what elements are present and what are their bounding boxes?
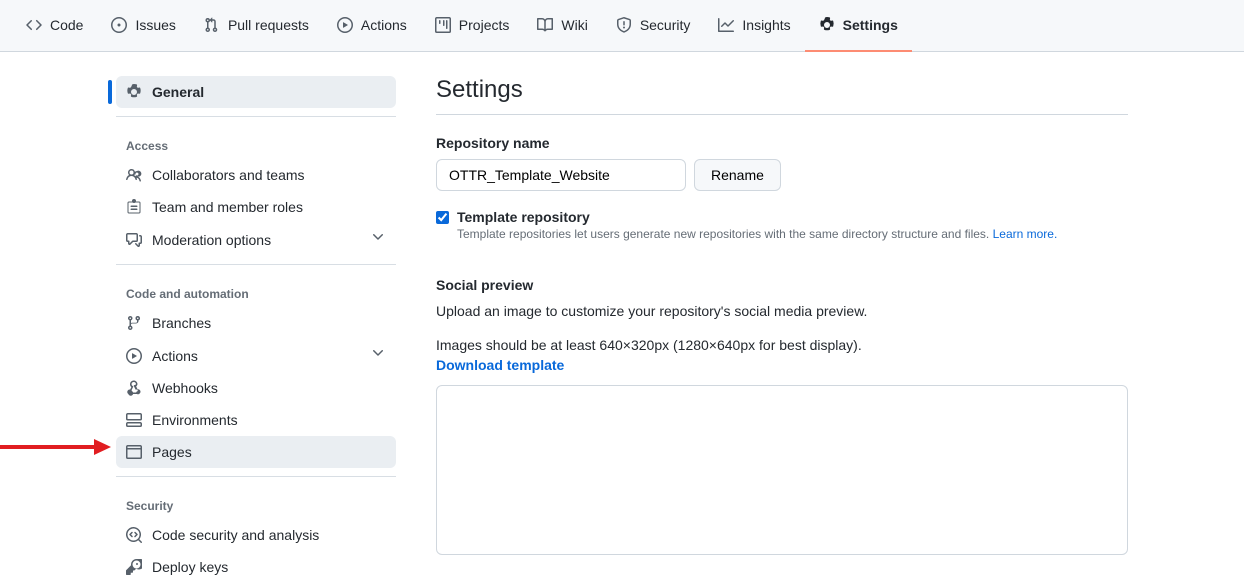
- server-icon: [126, 412, 142, 428]
- sidebar-group-access: Access: [116, 125, 396, 159]
- download-template-link[interactable]: Download template: [436, 357, 564, 373]
- tab-wiki[interactable]: Wiki: [523, 0, 601, 52]
- sidebar-item-label: Team and member roles: [152, 197, 303, 217]
- tab-projects[interactable]: Projects: [421, 0, 524, 52]
- tab-label: Insights: [742, 17, 790, 33]
- sidebar-item-branches[interactable]: Branches: [116, 307, 396, 339]
- key-icon: [126, 559, 142, 575]
- learn-more-link[interactable]: Learn more.: [993, 227, 1058, 241]
- sidebar-item-code-security[interactable]: Code security and analysis: [116, 519, 396, 551]
- settings-sidebar: General Access Collaborators and teams T…: [116, 76, 412, 583]
- sidebar-item-label: General: [152, 82, 204, 102]
- sidebar-item-webhooks[interactable]: Webhooks: [116, 372, 396, 404]
- sidebar-item-actions[interactable]: Actions: [116, 339, 396, 372]
- repo-name-input[interactable]: [436, 159, 686, 191]
- sidebar-item-environments[interactable]: Environments: [116, 404, 396, 436]
- people-icon: [126, 167, 142, 183]
- divider: [116, 116, 396, 117]
- comment-discussion-icon: [126, 232, 142, 248]
- divider: [116, 476, 396, 477]
- tab-label: Projects: [459, 17, 510, 33]
- social-preview-description-1: Upload an image to customize your reposi…: [436, 303, 1128, 319]
- code-icon: [26, 17, 42, 33]
- tab-issues[interactable]: Issues: [97, 0, 189, 52]
- issue-icon: [111, 17, 127, 33]
- pull-request-icon: [204, 17, 220, 33]
- sidebar-item-general[interactable]: General: [116, 76, 396, 108]
- browser-icon: [126, 444, 142, 460]
- page-title: Settings: [436, 76, 1128, 115]
- sidebar-item-label: Actions: [152, 346, 198, 366]
- sidebar-item-label: Pages: [152, 442, 192, 462]
- template-repo-label: Template repository: [457, 209, 1057, 225]
- tab-label: Actions: [361, 17, 407, 33]
- tab-settings[interactable]: Settings: [805, 0, 912, 52]
- gear-icon: [126, 84, 142, 100]
- webhook-icon: [126, 380, 142, 396]
- sidebar-item-collaborators[interactable]: Collaborators and teams: [116, 159, 396, 191]
- sidebar-item-pages[interactable]: Pages: [116, 436, 396, 468]
- sidebar-item-label: Environments: [152, 410, 238, 430]
- social-preview-description-2: Images should be at least 640×320px (128…: [436, 337, 1128, 353]
- graph-icon: [718, 17, 734, 33]
- repo-tabs: Code Issues Pull requests Actions Projec…: [0, 0, 1244, 52]
- repo-name-label: Repository name: [436, 135, 1128, 151]
- sidebar-item-label: Collaborators and teams: [152, 165, 305, 185]
- template-repo-description: Template repositories let users generate…: [457, 227, 1057, 241]
- tab-label: Pull requests: [228, 17, 309, 33]
- annotation-arrow: [0, 438, 111, 456]
- tab-code[interactable]: Code: [12, 0, 97, 52]
- tab-label: Wiki: [561, 17, 587, 33]
- sidebar-item-label: Branches: [152, 313, 211, 333]
- play-circle-icon: [337, 17, 353, 33]
- tab-insights[interactable]: Insights: [704, 0, 804, 52]
- sidebar-item-label: Moderation options: [152, 230, 271, 250]
- tab-pull-requests[interactable]: Pull requests: [190, 0, 323, 52]
- book-icon: [537, 17, 553, 33]
- id-badge-icon: [126, 199, 142, 215]
- chevron-down-icon: [370, 229, 386, 250]
- project-icon: [435, 17, 451, 33]
- tab-label: Security: [640, 17, 691, 33]
- tab-actions[interactable]: Actions: [323, 0, 421, 52]
- sidebar-item-team-roles[interactable]: Team and member roles: [116, 191, 396, 223]
- chevron-down-icon: [370, 345, 386, 366]
- codescan-icon: [126, 527, 142, 543]
- shield-icon: [616, 17, 632, 33]
- sidebar-item-label: Code security and analysis: [152, 525, 319, 545]
- settings-main: Settings Repository name Rename Template…: [412, 76, 1128, 583]
- sidebar-item-label: Webhooks: [152, 378, 218, 398]
- social-preview-box[interactable]: [436, 385, 1128, 555]
- tab-label: Issues: [135, 17, 175, 33]
- sidebar-item-deploy-keys[interactable]: Deploy keys: [116, 551, 396, 583]
- tab-label: Settings: [843, 17, 898, 33]
- tab-security[interactable]: Security: [602, 0, 705, 52]
- sidebar-group-code: Code and automation: [116, 273, 396, 307]
- play-circle-icon: [126, 348, 142, 364]
- divider: [116, 264, 396, 265]
- sidebar-group-security: Security: [116, 485, 396, 519]
- sidebar-item-moderation[interactable]: Moderation options: [116, 223, 396, 256]
- social-preview-heading: Social preview: [436, 277, 1128, 293]
- sidebar-item-label: Deploy keys: [152, 557, 228, 577]
- template-repo-checkbox[interactable]: [436, 211, 449, 224]
- git-branch-icon: [126, 315, 142, 331]
- rename-button[interactable]: Rename: [694, 159, 781, 191]
- gear-icon: [819, 17, 835, 33]
- tab-label: Code: [50, 17, 83, 33]
